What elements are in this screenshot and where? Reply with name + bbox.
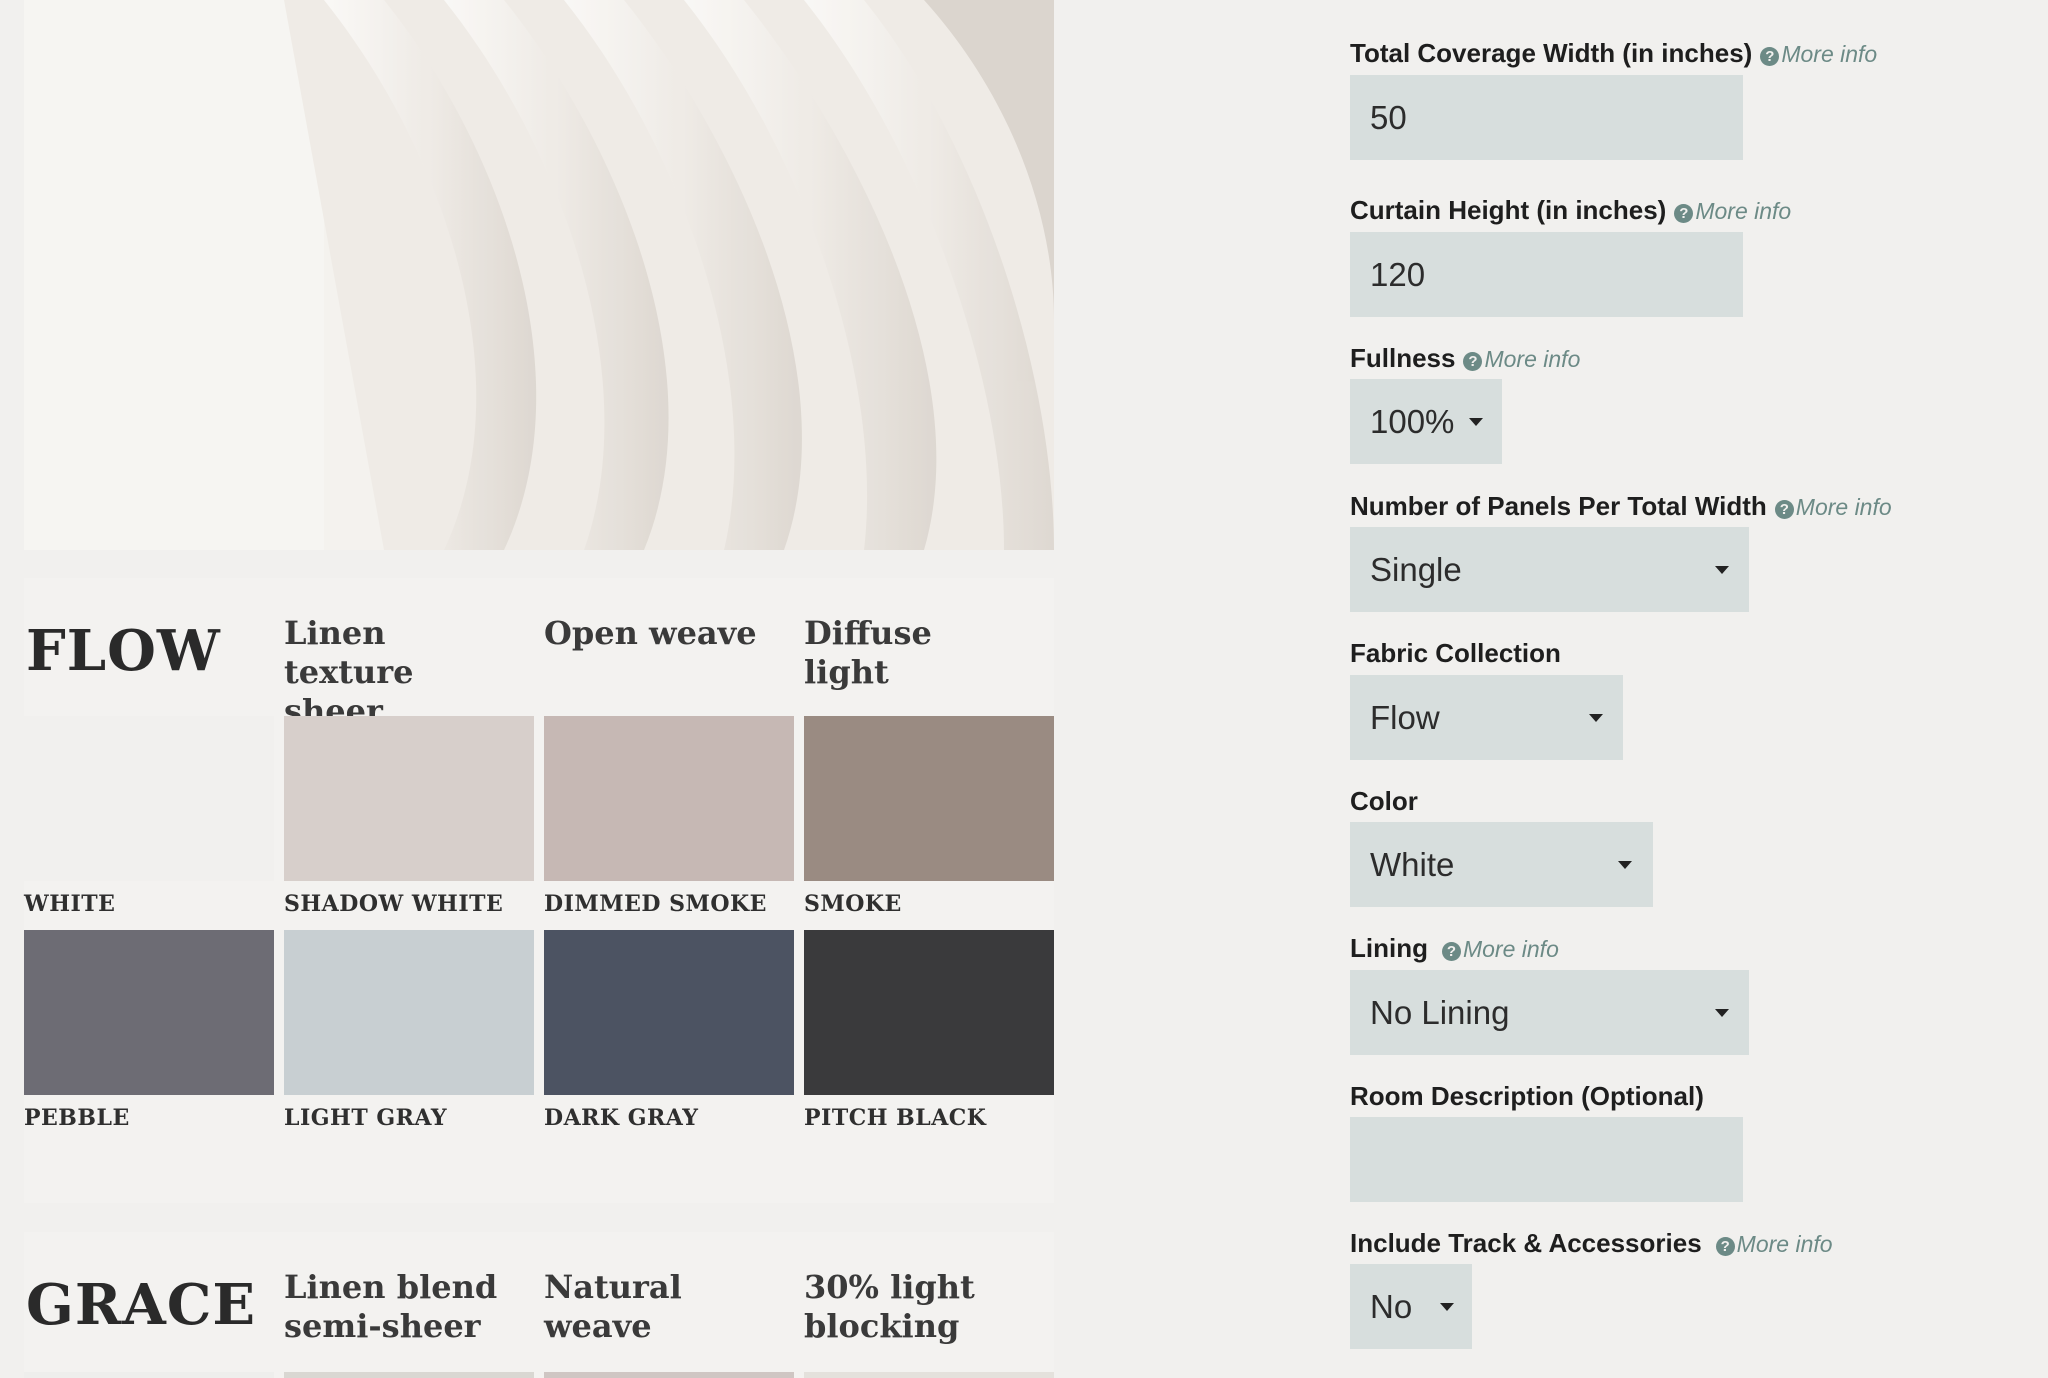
more-info-link[interactable]: ? More info: [1463, 346, 1580, 373]
chevron-down-icon: [1440, 1303, 1454, 1311]
swatch-label: DARK GRAY: [544, 1105, 699, 1131]
swatch-color: [24, 930, 274, 1095]
swatch-color: [804, 716, 1054, 881]
select-value: 100%: [1370, 403, 1455, 440]
swatch-label: DIMMED SMOKE: [544, 891, 767, 917]
room-description-input[interactable]: [1350, 1117, 1743, 1202]
chevron-down-icon: [1589, 714, 1603, 722]
swatch-color: [24, 716, 274, 881]
field-label: Total Coverage Width (in inches)? More in…: [1350, 38, 1877, 69]
collection-attribute: Linen blend semi-sheer: [284, 1268, 498, 1345]
field-label: Fullness? More info: [1350, 343, 1580, 374]
field-label: Color: [1350, 786, 1418, 817]
flow-collection-card: FLOW Linen texture sheer Open weave Diff…: [24, 578, 1054, 1203]
more-info-text: More info: [1484, 346, 1581, 372]
swatch-color: [544, 716, 794, 881]
select-value: White: [1370, 846, 1455, 883]
grace-collection-card: GRACE Linen blend semi-sheer Natural wea…: [24, 1232, 1054, 1378]
more-info-text: More info: [1795, 494, 1892, 520]
more-info-text: More info: [1695, 198, 1792, 224]
label-text: Curtain Height (in inches): [1350, 195, 1667, 225]
swatch-white[interactable]: WHITE: [24, 716, 274, 917]
help-icon: ?: [1774, 500, 1794, 519]
chevron-down-icon: [1618, 861, 1632, 869]
more-info-link[interactable]: ? More info: [1715, 1231, 1833, 1258]
curtain-height-input[interactable]: 120: [1350, 232, 1743, 317]
field-label: Curtain Height (in inches)? More info: [1350, 195, 1791, 226]
swatch-label: PEBBLE: [24, 1105, 130, 1131]
swatch-color: [804, 930, 1054, 1095]
more-info-link[interactable]: ? More info: [1774, 494, 1892, 521]
more-info-link[interactable]: ? More info: [1674, 198, 1791, 225]
fabric-collection-select[interactable]: Flow: [1350, 675, 1623, 760]
help-icon: ?: [1441, 942, 1461, 961]
chevron-down-icon: [1715, 1009, 1729, 1017]
swatch-pitch-black[interactable]: PITCH BLACK: [804, 930, 1054, 1131]
swatch-pebble[interactable]: PEBBLE: [24, 930, 274, 1131]
label-text: Include Track & Accessories: [1350, 1228, 1702, 1258]
collection-attribute: Diffuse light: [804, 614, 932, 691]
collection-attribute: 30% light blocking: [804, 1268, 975, 1345]
select-value: Single: [1370, 551, 1462, 588]
swatch-dimmed-smoke[interactable]: DIMMED SMOKE: [544, 716, 794, 917]
label-text: Total Coverage Width (in inches): [1350, 38, 1753, 68]
swatch-label: LIGHT GRAY: [284, 1105, 448, 1131]
label-text: Number of Panels Per Total Width: [1350, 491, 1767, 521]
more-info-text: More info: [1736, 1231, 1833, 1257]
swatch-color: [544, 930, 794, 1095]
fullness-select[interactable]: 100%: [1350, 379, 1502, 464]
swatch-label: SHADOW WHITE: [284, 891, 504, 917]
include-track-select[interactable]: No: [1350, 1264, 1472, 1349]
more-info-text: More info: [1462, 936, 1559, 962]
panels-select[interactable]: Single: [1350, 527, 1749, 612]
swatch-label: WHITE: [24, 891, 116, 917]
chevron-down-icon: [1715, 566, 1729, 574]
color-select[interactable]: White: [1350, 822, 1653, 907]
label-text: Lining: [1350, 933, 1428, 963]
label-text: Color: [1350, 786, 1418, 816]
swatch-strip: [24, 1372, 274, 1378]
help-icon: ?: [1715, 1237, 1735, 1256]
swatch-label: SMOKE: [804, 891, 902, 917]
swatch-strip: [544, 1372, 794, 1378]
more-info-link[interactable]: ? More info: [1441, 936, 1559, 963]
select-value: Flow: [1370, 699, 1440, 736]
label-text: Room Description (Optional): [1350, 1081, 1704, 1111]
coverage-width-input[interactable]: 50: [1350, 75, 1743, 160]
collection-title: GRACE: [26, 1272, 257, 1338]
swatch-dark-gray[interactable]: DARK GRAY: [544, 930, 794, 1131]
collection-attribute: Linen texture sheer: [284, 614, 414, 730]
help-icon: ?: [1674, 204, 1694, 223]
field-label: Number of Panels Per Total Width? More in…: [1350, 491, 1892, 522]
swatch-light-gray[interactable]: LIGHT GRAY: [284, 930, 534, 1131]
collection-attribute: Natural weave: [544, 1268, 682, 1345]
swatch-color: [284, 716, 534, 881]
swatch-smoke[interactable]: SMOKE: [804, 716, 1054, 917]
select-value: No: [1370, 1288, 1413, 1325]
more-info-text: More info: [1781, 41, 1878, 67]
curtain-hero-image: [24, 0, 1054, 550]
swatch-color: [284, 930, 534, 1095]
field-label: Lining? More info: [1350, 933, 1559, 964]
lining-select[interactable]: No Lining: [1350, 970, 1749, 1055]
collection-attribute: Open weave: [544, 614, 757, 652]
collection-title: FLOW: [26, 618, 221, 684]
chevron-down-icon: [1469, 418, 1483, 426]
label-text: Fullness: [1350, 343, 1456, 373]
swatch-shadow-white[interactable]: SHADOW WHITE: [284, 716, 534, 917]
field-label: Fabric Collection: [1350, 638, 1561, 669]
field-label: Include Track & Accessories? More info: [1350, 1228, 1833, 1259]
swatch-strip: [284, 1372, 534, 1378]
field-label: Room Description (Optional): [1350, 1081, 1704, 1112]
help-icon: ?: [1463, 352, 1483, 371]
select-value: No Lining: [1370, 994, 1510, 1031]
swatch-strip: [804, 1372, 1054, 1378]
help-icon: ?: [1760, 47, 1780, 66]
swatch-label: PITCH BLACK: [804, 1105, 987, 1131]
label-text: Fabric Collection: [1350, 638, 1561, 668]
more-info-link[interactable]: ? More info: [1760, 41, 1877, 68]
